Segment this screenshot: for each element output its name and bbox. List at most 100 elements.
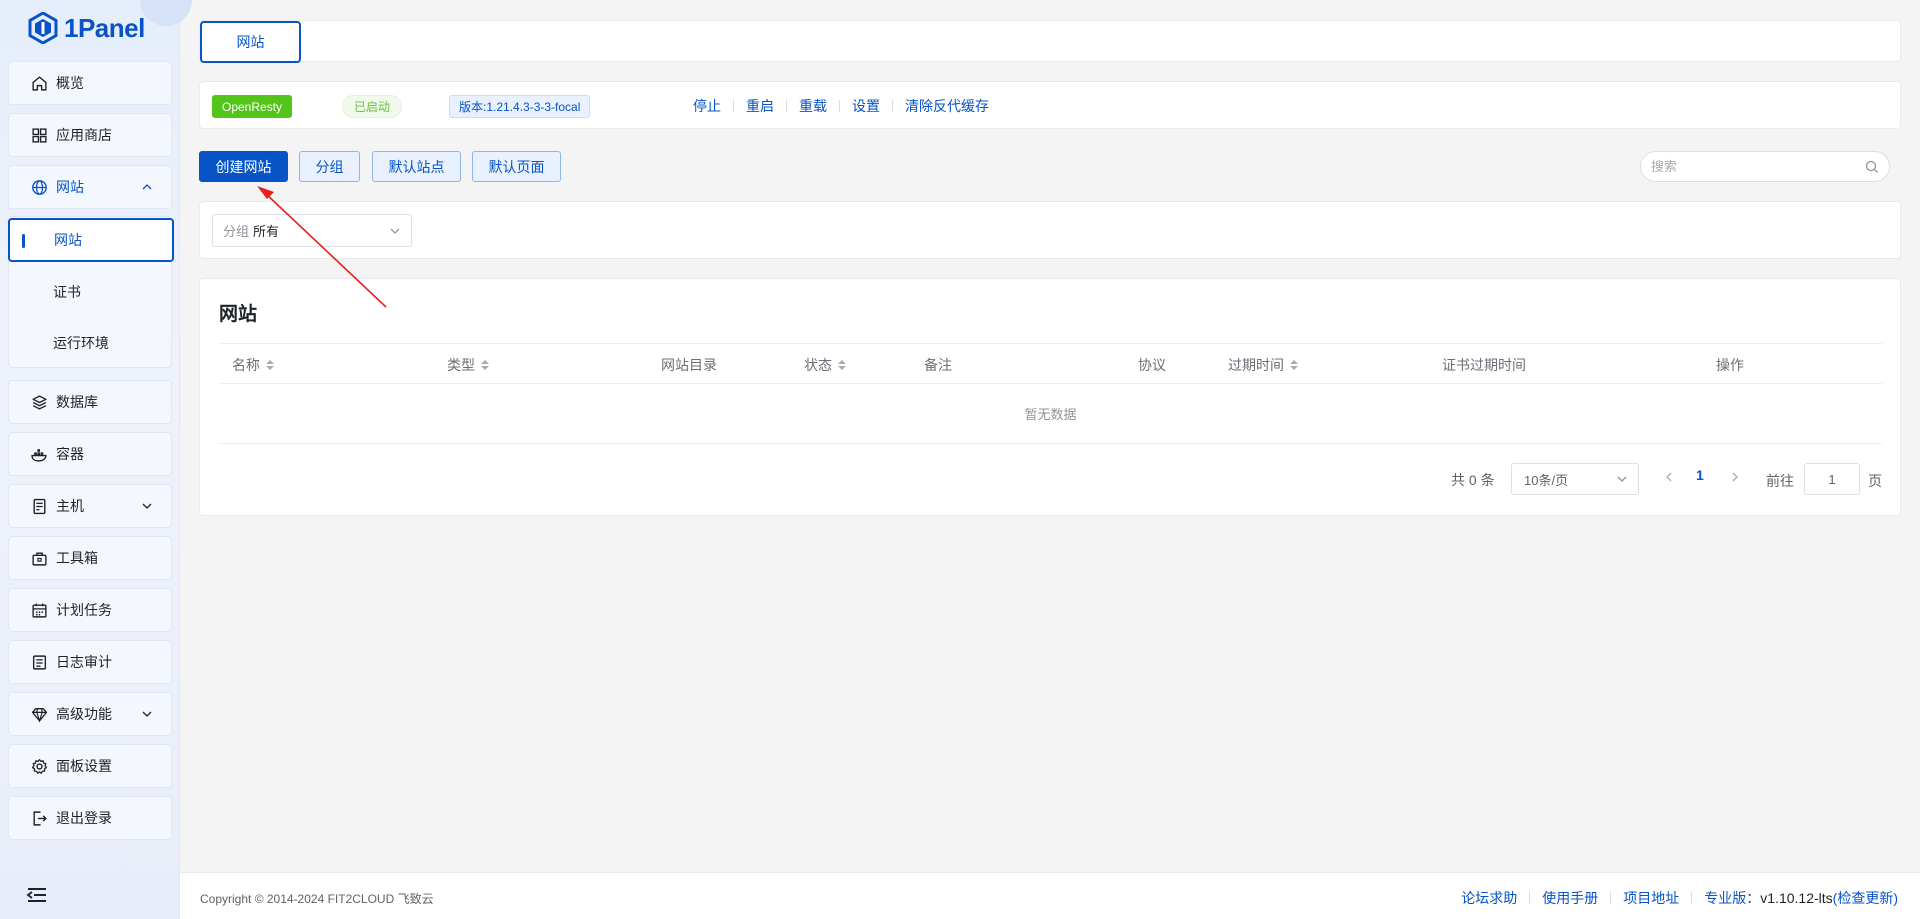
- sidebar-item-label: 计划任务: [56, 602, 112, 618]
- version-text: v1.10.12-lts: [1760, 890, 1833, 906]
- app-logo[interactable]: 1Panel: [28, 10, 145, 46]
- forum-link[interactable]: 论坛求助: [1461, 888, 1517, 908]
- goto-page-input[interactable]: [1804, 463, 1860, 495]
- calendar-icon: [32, 603, 47, 618]
- divider: [839, 100, 840, 112]
- stop-link[interactable]: 停止: [693, 96, 721, 116]
- sidebar-item-label: 应用商店: [56, 127, 112, 143]
- settings-link[interactable]: 设置: [852, 96, 880, 116]
- sidebar-item-log-audit[interactable]: 日志审计: [8, 640, 172, 684]
- divider: [1691, 892, 1693, 904]
- group-filter-value: 所有: [253, 224, 280, 239]
- column-header-site-dir: 网站目录: [661, 344, 717, 385]
- copyright-text: Copyright © 2014-2024 FIT2CLOUD 飞致云: [200, 892, 434, 906]
- sidebar-item-logout[interactable]: 退出登录: [8, 796, 172, 840]
- toolbox-icon: [32, 551, 47, 566]
- log-icon: [32, 654, 47, 670]
- group-button[interactable]: 分组: [299, 151, 360, 182]
- pagination-total: 共 0 条: [1451, 472, 1495, 488]
- table-title: 网站: [219, 304, 258, 325]
- divider: [892, 100, 893, 112]
- column-header-protocol: 协议: [1138, 344, 1166, 385]
- sidebar-subitem-runtime[interactable]: 运行环境: [9, 321, 173, 365]
- column-label: 过期时间: [1228, 356, 1284, 373]
- search-icon[interactable]: [1865, 160, 1879, 174]
- column-header-expire-time[interactable]: 过期时间: [1228, 344, 1298, 385]
- footer-links: 论坛求助 使用手册 项目地址 专业版： v1.10.12-lts (检查更新): [1461, 888, 1898, 908]
- chevron-down-icon: [142, 711, 152, 717]
- clear-proxy-cache-link[interactable]: 清除反代缓存: [905, 96, 989, 116]
- sidebar-item-container[interactable]: 容器: [8, 432, 172, 476]
- sidebar-item-database[interactable]: 数据库: [8, 380, 172, 424]
- column-label: 证书过期时间: [1442, 356, 1526, 373]
- search-input[interactable]: [1651, 159, 1865, 174]
- tab-website[interactable]: 网站: [200, 21, 301, 63]
- sidebar-item-label: 主机: [56, 498, 84, 514]
- column-header-cert-expire-time: 证书过期时间: [1442, 344, 1526, 385]
- edition-link[interactable]: 专业版：: [1704, 888, 1760, 908]
- sort-icon[interactable]: [481, 359, 489, 370]
- decorative-bubble: [140, 0, 192, 26]
- logo-text: 1Panel: [64, 12, 145, 43]
- sidebar-item-label: 面板设置: [56, 758, 112, 774]
- column-header-remark: 备注: [924, 344, 952, 385]
- sidebar-item-host[interactable]: 主机: [8, 484, 172, 528]
- sidebar-item-overview[interactable]: 概览: [8, 61, 172, 105]
- chevron-down-icon: [142, 503, 152, 509]
- column-label: 状态: [804, 356, 832, 373]
- version-tag: 版本:1.21.4.3-3-3-focal: [449, 95, 591, 118]
- tab-bar: 网站: [199, 20, 1901, 63]
- sidebar-item-panel-settings[interactable]: 面板设置: [8, 744, 172, 788]
- sidebar-item-toolbox[interactable]: 工具箱: [8, 536, 172, 580]
- column-header-name[interactable]: 名称: [232, 344, 274, 385]
- goto-label: 前往: [1766, 473, 1794, 489]
- restart-link[interactable]: 重启: [746, 96, 774, 116]
- sidebar-item-label: 日志审计: [56, 654, 112, 670]
- column-label: 名称: [232, 356, 260, 373]
- sidebar-item-advanced[interactable]: 高级功能: [8, 692, 172, 736]
- group-filter-select[interactable]: 分组 所有: [212, 214, 412, 247]
- chevron-down-icon: [390, 228, 400, 234]
- manual-link[interactable]: 使用手册: [1542, 888, 1598, 908]
- logout-icon: [33, 810, 47, 826]
- project-link[interactable]: 项目地址: [1623, 888, 1679, 908]
- page-size-value: 10条/页: [1524, 472, 1569, 488]
- sort-icon[interactable]: [838, 359, 846, 370]
- prev-page-icon[interactable]: [1662, 470, 1676, 484]
- check-update-link[interactable]: (检查更新): [1833, 888, 1898, 908]
- sidebar-item-label: 网站: [56, 179, 84, 195]
- column-label: 网站目录: [661, 356, 717, 373]
- sidebar: 1Panel 概览 应用商店 网站 网站 证书 运行环境 数据库 容器 主机 工…: [0, 0, 192, 919]
- page-number[interactable]: 1: [1696, 467, 1704, 483]
- column-label: 类型: [447, 356, 475, 373]
- sidebar-item-label: 工具箱: [56, 550, 98, 566]
- sidebar-item-app-store[interactable]: 应用商店: [8, 113, 172, 157]
- sidebar-item-label: 数据库: [56, 394, 98, 410]
- sidebar-item-label: 概览: [56, 75, 84, 91]
- reload-link[interactable]: 重载: [799, 96, 827, 116]
- empty-state: 暂无数据: [219, 384, 1882, 444]
- collapse-menu-icon[interactable]: [26, 886, 48, 904]
- default-site-button[interactable]: 默认站点: [372, 151, 461, 182]
- page-size-select[interactable]: 10条/页: [1511, 463, 1639, 495]
- column-header-type[interactable]: 类型: [447, 344, 489, 385]
- column-header-status[interactable]: 状态: [804, 344, 846, 385]
- sidebar-subitem-website[interactable]: 网站: [8, 218, 174, 262]
- column-label: 操作: [1716, 356, 1744, 373]
- divider: [1610, 892, 1612, 904]
- group-filter-label: 分组: [223, 224, 250, 239]
- sort-icon[interactable]: [266, 359, 274, 370]
- filter-card: 分组 所有: [199, 201, 1901, 259]
- next-page-icon[interactable]: [1728, 470, 1742, 484]
- sidebar-subitem-certificate[interactable]: 证书: [9, 270, 173, 314]
- table-header: 名称 类型 网站目录 状态 备注 协议 过期时间 证书过期时间 操作: [219, 343, 1882, 384]
- sidebar-item-cron[interactable]: 计划任务: [8, 588, 172, 632]
- create-website-button[interactable]: 创建网站: [199, 151, 288, 182]
- docker-icon: [31, 448, 47, 462]
- sort-icon[interactable]: [1290, 359, 1298, 370]
- logo-icon: [28, 12, 58, 44]
- diamond-icon: [31, 707, 48, 723]
- sidebar-item-website[interactable]: 网站: [8, 165, 172, 209]
- default-page-button[interactable]: 默认页面: [472, 151, 561, 182]
- sidebar-item-label: 容器: [56, 446, 84, 462]
